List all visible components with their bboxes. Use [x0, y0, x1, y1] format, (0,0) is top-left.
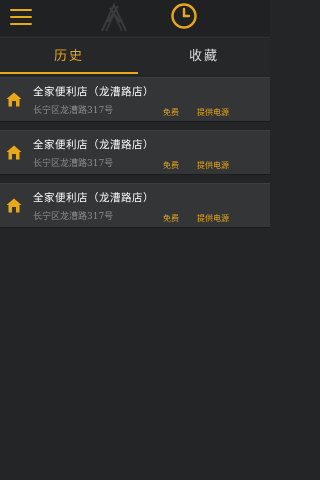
- store-name: 全家便利店（龙漕路店）: [33, 139, 154, 151]
- power-badge: 提供电源: [197, 161, 229, 170]
- list-item[interactable]: 全家便利店（龙漕路店） 长宁区龙漕路317号 免费 提供电源: [0, 183, 270, 228]
- top-bar: [0, 0, 270, 36]
- store-name: 全家便利店（龙漕路店）: [33, 192, 154, 204]
- store-name: 全家便利店（龙漕路店）: [33, 86, 154, 98]
- hamburger-icon[interactable]: [10, 9, 32, 25]
- power-badge: 提供电源: [197, 214, 229, 223]
- tab-bar: 历史 收藏: [0, 37, 270, 75]
- store-address: 长宁区龙漕路317号: [33, 159, 114, 169]
- home-icon: [6, 145, 22, 160]
- tab-history[interactable]: 历史: [0, 38, 138, 75]
- free-badge: 免费: [163, 108, 179, 117]
- list-item[interactable]: 全家便利店（龙漕路店） 长宁区龙漕路317号 免费 提供电源: [0, 130, 270, 175]
- store-address: 长宁区龙漕路317号: [33, 106, 114, 116]
- tab-favorites[interactable]: 收藏: [138, 38, 270, 75]
- store-address: 长宁区龙漕路317号: [33, 212, 114, 222]
- home-icon: [6, 198, 22, 213]
- power-badge: 提供电源: [197, 108, 229, 117]
- active-tab-indicator: [0, 72, 138, 74]
- logo-icon: [101, 2, 127, 32]
- list-item[interactable]: 全家便利店（龙漕路店） 长宁区龙漕路317号 免费 提供电源: [0, 77, 270, 122]
- clock-icon[interactable]: [170, 2, 198, 30]
- free-badge: 免费: [163, 214, 179, 223]
- home-icon: [6, 92, 22, 107]
- free-badge: 免费: [163, 161, 179, 170]
